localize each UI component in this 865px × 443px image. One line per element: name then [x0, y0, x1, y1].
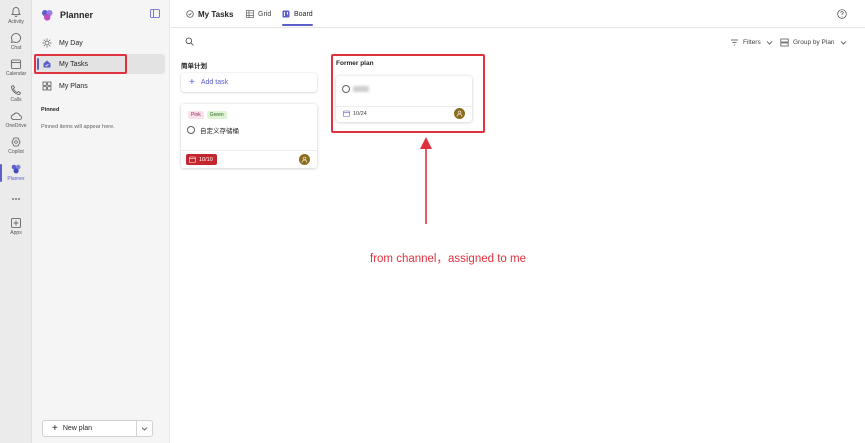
rail-onedrive[interactable]: OneDrive: [0, 108, 32, 134]
chevron-down-icon: [766, 41, 772, 45]
board-icon: [282, 10, 290, 18]
rail-label: OneDrive: [5, 123, 27, 129]
rail-label: Calendar: [5, 71, 27, 77]
group-icon: [780, 38, 789, 47]
apps-icon: [11, 218, 21, 228]
filters-button[interactable]: Filters: [730, 37, 773, 48]
tab-grid-label: Grid: [258, 10, 272, 18]
planner-logo-icon: [42, 10, 53, 21]
chevron-down-icon: [840, 41, 846, 45]
plus-icon: +: [189, 76, 195, 88]
pinned-empty-text: Pinned items will appear here.: [41, 124, 115, 130]
column-title: 简单计划: [181, 63, 207, 70]
pinned-heading: Pinned: [41, 107, 60, 113]
calendar-icon: [11, 59, 21, 69]
group-by-button[interactable]: Group by Plan: [780, 37, 847, 48]
card-footer: 10/10: [181, 150, 317, 168]
page-title-label: My Tasks: [198, 9, 234, 19]
calendar-icon: [189, 156, 196, 163]
cloud-icon: [10, 112, 22, 120]
tab-board[interactable]: Board: [282, 0, 313, 28]
tab-grid[interactable]: Grid: [246, 0, 271, 28]
rail-chat[interactable]: Chat: [0, 30, 32, 56]
new-plan-split-button: + New plan: [42, 420, 153, 437]
column-title: Former plan: [336, 60, 374, 67]
card-footer: 10/24: [336, 106, 472, 122]
nav-my-plans[interactable]: My Plans: [36, 76, 165, 96]
due-date: 10/24: [353, 110, 367, 117]
avatar[interactable]: [299, 154, 310, 165]
rail-label: Planner: [7, 176, 25, 182]
collapse-sidebar-icon[interactable]: [150, 9, 160, 18]
rail-label: Calls: [10, 97, 22, 103]
new-plan-dropdown[interactable]: [136, 421, 152, 436]
label-pink: Pink: [188, 111, 204, 119]
app-window: Activity Chat Calendar Calls OneDrive Co…: [0, 0, 865, 443]
table-icon: [246, 10, 254, 18]
annotation-arrow: [420, 137, 432, 224]
group-by-label: Group by Plan: [793, 39, 835, 46]
rail-planner[interactable]: Planner: [0, 161, 32, 187]
avatar[interactable]: [454, 108, 465, 119]
due-date-badge: 10/24: [343, 108, 367, 119]
chevron-down-icon: [141, 427, 148, 431]
add-task-label: Add task: [200, 79, 229, 86]
more-icon: [12, 198, 20, 200]
nav-my-tasks[interactable]: My Tasks: [36, 54, 165, 74]
page-title: My Tasks: [186, 0, 233, 28]
task-card[interactable]: Pink Green 自定义存储桶 10/10: [181, 104, 317, 168]
rail-calls[interactable]: Calls: [0, 82, 32, 108]
chat-icon: [10, 33, 21, 44]
person-icon: [301, 156, 308, 163]
new-plan-button[interactable]: + New plan: [43, 421, 136, 436]
top-bar: My Tasks Grid Board: [171, 0, 865, 28]
help-icon[interactable]: [837, 9, 847, 19]
rail-calendar[interactable]: Calendar: [0, 56, 32, 82]
sun-icon: [42, 38, 52, 48]
rail-copilot[interactable]: Copilot: [0, 134, 32, 160]
phone-icon: [11, 84, 22, 95]
due-date: 10/10: [199, 156, 213, 163]
grid-icon: [42, 81, 52, 91]
copilot-icon: [11, 137, 21, 147]
rail-more[interactable]: [0, 191, 32, 217]
home-icon: [43, 60, 51, 68]
app-rail: Activity Chat Calendar Calls OneDrive Co…: [0, 0, 32, 443]
nav-label: My Day: [59, 39, 83, 47]
task-title: 自定义存储桶: [200, 128, 239, 135]
brand: Planner: [40, 7, 93, 23]
rail-label: Activity: [8, 19, 24, 25]
nav-label: My Tasks: [59, 60, 89, 68]
bell-icon: [11, 7, 21, 17]
task-card[interactable]: 10/24: [336, 76, 472, 122]
complete-task-checkbox[interactable]: [342, 85, 350, 93]
filters-label: Filters: [743, 39, 761, 46]
rail-apps[interactable]: Apps: [0, 215, 32, 241]
planner-sidebar: Planner My Day My Tasks My Plans Pinned …: [32, 0, 170, 443]
person-icon: [456, 110, 463, 117]
planner-icon: [11, 164, 21, 174]
annotation-text: from channel，assigned to me: [370, 253, 526, 265]
due-date-badge: 10/10: [186, 154, 217, 165]
rail-activity[interactable]: Activity: [0, 4, 32, 30]
redacted-task-title: [353, 86, 369, 92]
task-check-icon: [186, 10, 194, 18]
app-title: Planner: [60, 10, 94, 20]
filter-icon: [731, 39, 738, 46]
tab-board-label: Board: [294, 10, 313, 18]
add-task-button[interactable]: + Add task: [181, 73, 317, 92]
complete-task-checkbox[interactable]: [187, 126, 195, 134]
plus-icon: +: [52, 422, 58, 434]
nav-label: My Plans: [59, 82, 88, 90]
rail-label: Apps: [10, 230, 22, 236]
search-icon[interactable]: [185, 37, 194, 46]
task-labels: Pink Green: [188, 111, 227, 119]
new-plan-label: New plan: [62, 425, 93, 432]
rail-label: Chat: [10, 45, 22, 51]
rail-label: Copilot: [8, 149, 24, 155]
calendar-icon: [343, 110, 350, 117]
nav-my-day[interactable]: My Day: [36, 33, 165, 53]
label-green: Green: [206, 111, 227, 119]
